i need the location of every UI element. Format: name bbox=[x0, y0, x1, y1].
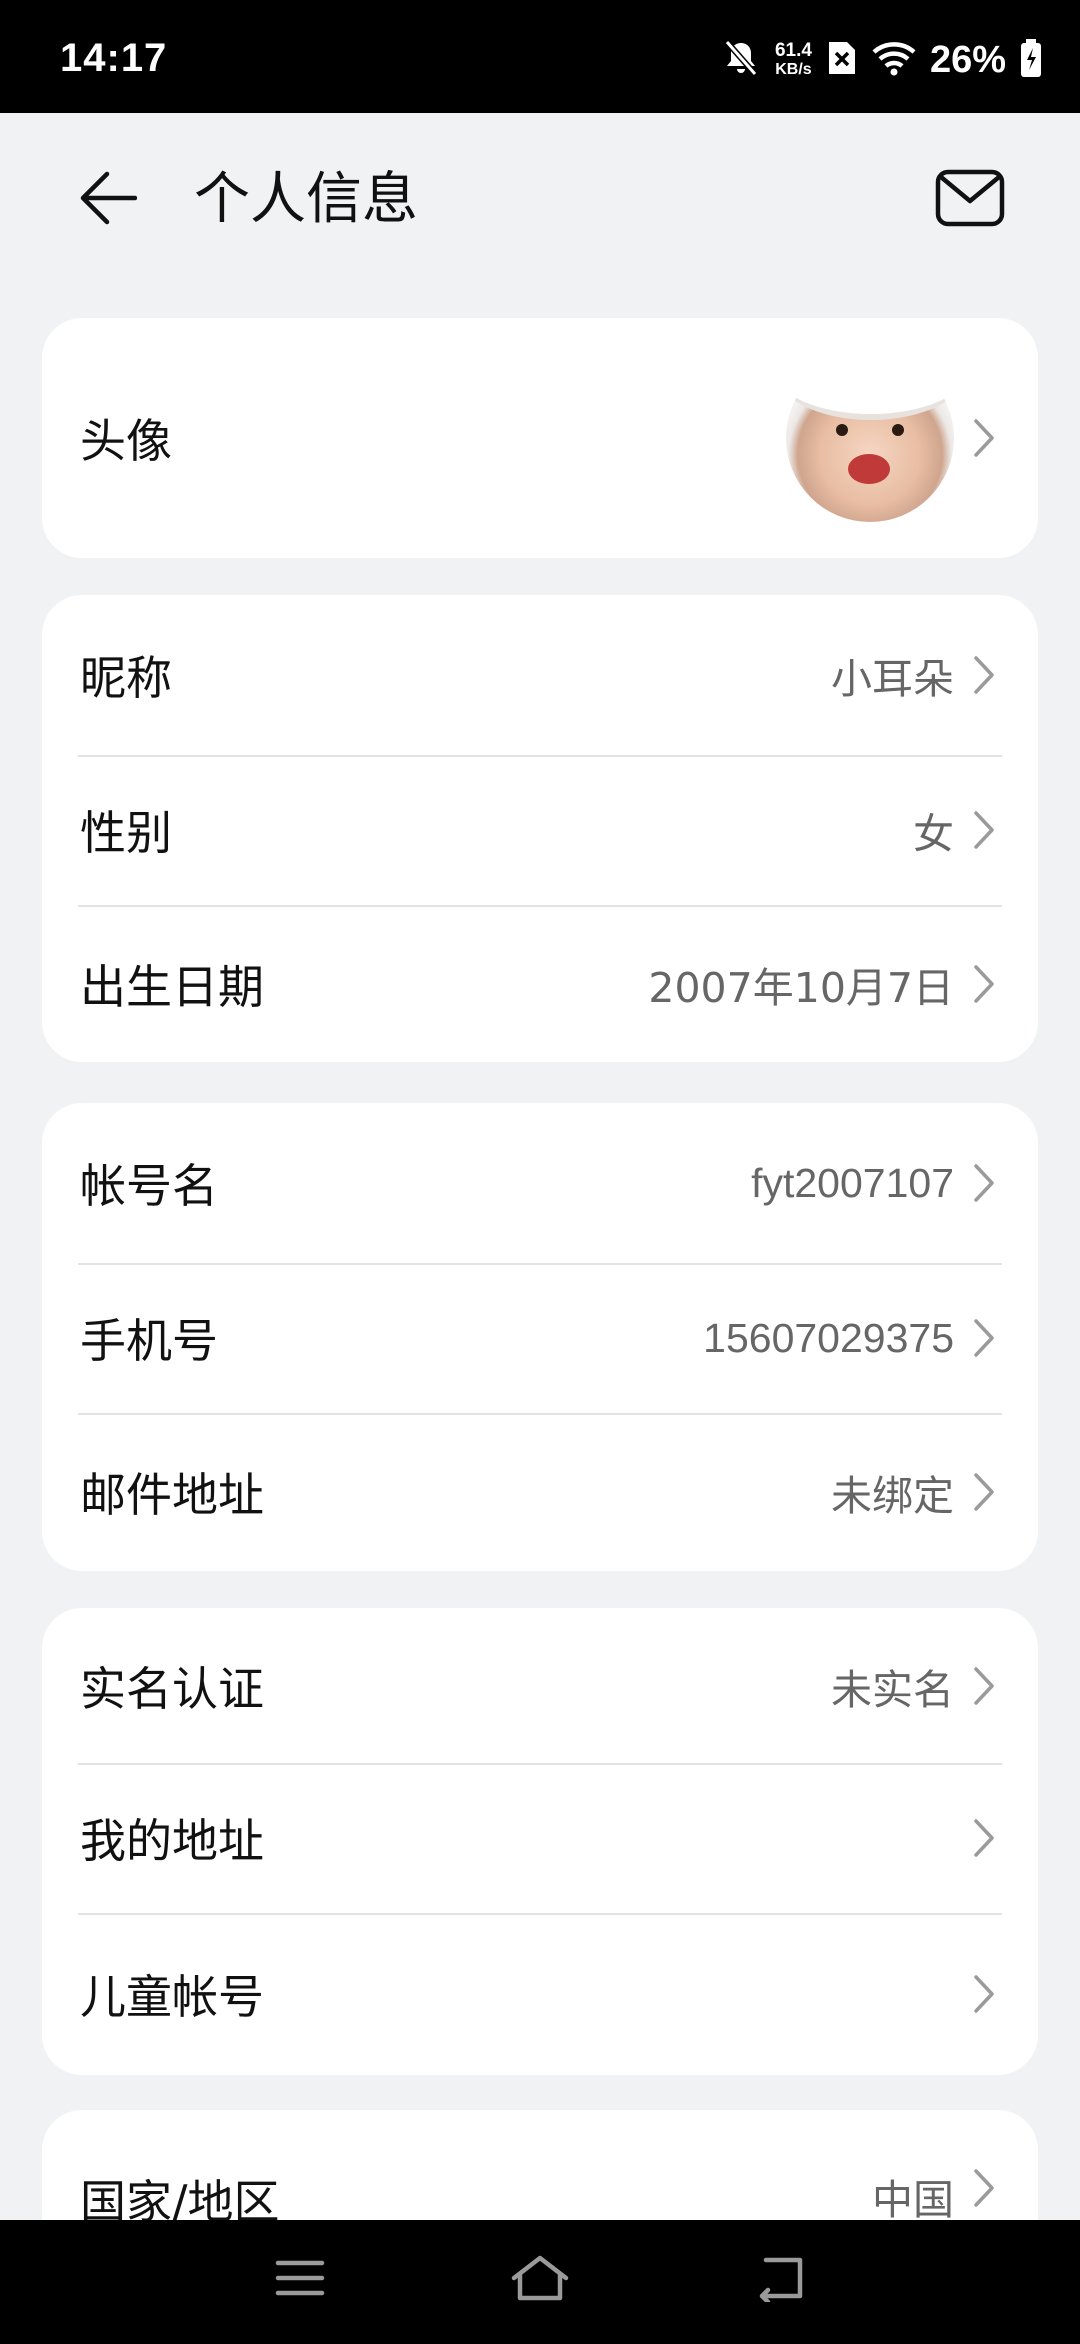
row-label: 出生日期 bbox=[80, 959, 264, 1014]
row-value: 15607029375 bbox=[703, 1314, 954, 1361]
row-label: 儿童帐号 bbox=[80, 1970, 264, 2024]
bell-muted-icon bbox=[721, 38, 761, 82]
status-icons: 61.4 KB/s 26% bbox=[721, 30, 1042, 90]
row-label: 性别 bbox=[80, 806, 172, 860]
row-value: 2007年10月7日 bbox=[648, 963, 954, 1012]
chevron-right-icon bbox=[972, 1664, 998, 1708]
chevron-right-icon bbox=[972, 1161, 998, 1205]
nav-home-button[interactable] bbox=[505, 2250, 575, 2310]
chevron-right-icon bbox=[972, 416, 998, 460]
status-bar: 14:17 61.4 KB/s 26% bbox=[0, 0, 1080, 113]
arrow-left-icon bbox=[77, 170, 138, 230]
chevron-right-icon bbox=[972, 653, 998, 697]
app-header: 个人信息 bbox=[0, 113, 1080, 283]
row-value: 中国 bbox=[872, 2176, 954, 2224]
account-name-row[interactable]: 帐号名 fyt2007107 bbox=[42, 1103, 1038, 1263]
chevron-right-icon bbox=[972, 1470, 998, 1514]
nickname-row[interactable]: 昵称 小耳朵 bbox=[42, 595, 1038, 755]
child-account-row[interactable]: 儿童帐号 bbox=[42, 1913, 1038, 2075]
mail-icon bbox=[935, 169, 1005, 231]
avatar bbox=[786, 354, 954, 522]
row-value: fyt2007107 bbox=[751, 1159, 954, 1206]
row-value: 小耳朵 bbox=[831, 655, 954, 703]
system-nav-bar bbox=[0, 2220, 1080, 2344]
real-name-row[interactable]: 实名认证 未实名 bbox=[42, 1608, 1038, 1763]
row-label: 昵称 bbox=[80, 651, 172, 705]
nav-menu-button[interactable] bbox=[265, 2250, 335, 2310]
row-label: 邮件地址 bbox=[80, 1468, 264, 1522]
row-value: 未实名 bbox=[831, 1665, 954, 1714]
nav-back-button[interactable] bbox=[745, 2250, 815, 2310]
chevron-right-icon bbox=[972, 808, 998, 852]
battery-percent: 26% bbox=[929, 38, 1006, 81]
page-title: 个人信息 bbox=[194, 167, 418, 232]
chevron-right-icon bbox=[972, 1316, 998, 1360]
chevron-right-icon bbox=[972, 1816, 998, 1860]
battery-charging-icon bbox=[1020, 38, 1042, 82]
chevron-right-icon bbox=[972, 1972, 998, 2016]
chevron-right-icon bbox=[972, 962, 998, 1006]
sim-x-icon bbox=[826, 39, 858, 81]
avatar-row[interactable]: 头像 bbox=[42, 318, 1038, 558]
row-label: 我的地址 bbox=[80, 1814, 264, 1868]
avatar-card: 头像 bbox=[42, 318, 1038, 558]
back-icon bbox=[752, 2254, 808, 2306]
profile-basic-card: 昵称 小耳朵 性别 女 出生日期 2007年10月7日 bbox=[42, 595, 1038, 1062]
my-address-row[interactable]: 我的地址 bbox=[42, 1763, 1038, 1913]
status-time: 14:17 bbox=[60, 36, 168, 80]
phone-row[interactable]: 手机号 15607029375 bbox=[42, 1263, 1038, 1413]
row-label: 头像 bbox=[80, 414, 172, 468]
row-label: 实名认证 bbox=[80, 1661, 264, 1716]
home-icon bbox=[510, 2254, 570, 2306]
mail-button[interactable] bbox=[930, 163, 1010, 237]
row-value: 女 bbox=[913, 810, 954, 858]
chevron-right-icon bbox=[972, 2166, 998, 2210]
gender-row[interactable]: 性别 女 bbox=[42, 755, 1038, 905]
account-card: 帐号名 fyt2007107 手机号 15607029375 邮件地址 未绑定 bbox=[42, 1103, 1038, 1571]
wifi-icon bbox=[872, 40, 916, 80]
identity-card: 实名认证 未实名 我的地址 儿童帐号 bbox=[42, 1608, 1038, 2075]
net-speed: 61.4 KB/s bbox=[774, 40, 812, 78]
row-value: 未绑定 bbox=[831, 1472, 954, 1520]
email-row[interactable]: 邮件地址 未绑定 bbox=[42, 1413, 1038, 1571]
birthday-row[interactable]: 出生日期 2007年10月7日 bbox=[42, 905, 1038, 1062]
back-button[interactable] bbox=[70, 163, 144, 237]
menu-icon bbox=[275, 2258, 325, 2302]
row-label: 帐号名 bbox=[80, 1159, 218, 1213]
row-label: 手机号 bbox=[80, 1314, 218, 1368]
